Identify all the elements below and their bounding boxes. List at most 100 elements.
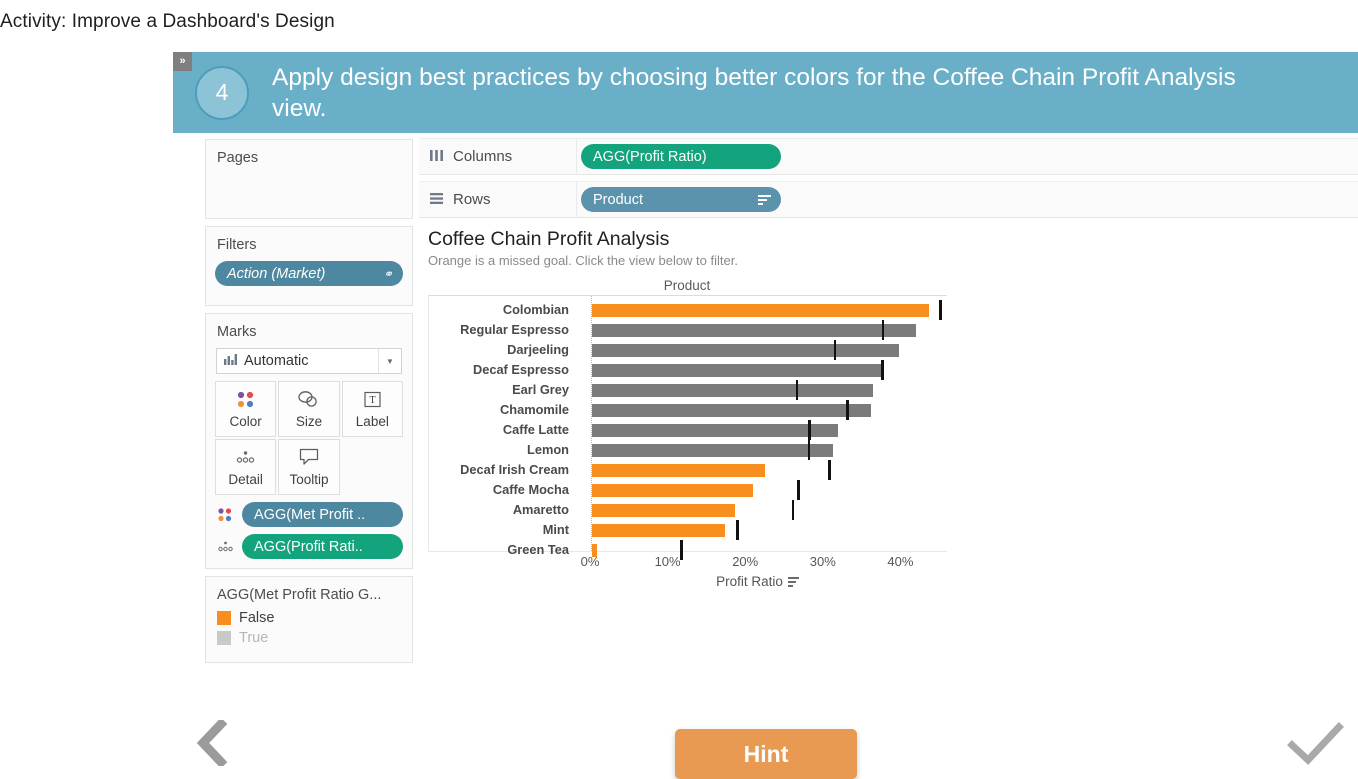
chart-reference-line bbox=[797, 480, 800, 500]
chart-bar[interactable] bbox=[592, 303, 929, 317]
legend-item-true[interactable]: True bbox=[215, 628, 403, 648]
x-axis-tick-label: 10% bbox=[654, 554, 681, 569]
chart-row-label[interactable]: Colombian bbox=[429, 302, 569, 317]
svg-text:T: T bbox=[369, 395, 375, 406]
hint-button-label: Hint bbox=[743, 740, 789, 767]
marks-pill-profit-ratio[interactable]: AGG(Profit Rati.. bbox=[242, 534, 403, 559]
marks-label-button[interactable]: T Label bbox=[341, 381, 403, 437]
banner-collapse-button[interactable]: » bbox=[173, 52, 192, 71]
rows-pill-product[interactable]: Product bbox=[581, 187, 781, 212]
chart-bar[interactable] bbox=[592, 503, 735, 517]
chart-reference-line bbox=[828, 460, 831, 480]
filter-pill-label: Action (Market) bbox=[227, 265, 326, 282]
rows-shelf-name: Rows bbox=[453, 191, 491, 208]
marks-pill-row-color: AGG(Met Profit .. bbox=[215, 502, 403, 527]
sort-descending-icon[interactable] bbox=[758, 194, 771, 205]
check-answer-button[interactable] bbox=[1274, 713, 1358, 779]
marks-tooltip-button[interactable]: Tooltip bbox=[278, 439, 340, 495]
x-axis-ticks: 0% 10% 20% 30% 40% bbox=[428, 552, 947, 570]
color-legend-card[interactable]: AGG(Met Profit Ratio G... False True bbox=[205, 576, 413, 663]
filters-card[interactable]: Filters Action (Market) ⚭ bbox=[205, 226, 413, 306]
columns-icon bbox=[430, 148, 443, 165]
rows-shelf-drop-area[interactable]: Product bbox=[577, 187, 781, 212]
chart-bar[interactable] bbox=[592, 323, 917, 337]
chart-row-label[interactable]: Caffe Latte bbox=[429, 422, 569, 437]
x-axis-title-label: Profit Ratio bbox=[716, 574, 783, 589]
color-dots-icon bbox=[215, 507, 235, 523]
marks-pill-met-profit-ratio[interactable]: AGG(Met Profit .. bbox=[242, 502, 403, 527]
chart-bar[interactable] bbox=[592, 403, 872, 417]
screen-root: Activity: Improve a Dashboard's Design »… bbox=[0, 0, 1358, 779]
columns-pill-profit-ratio[interactable]: AGG(Profit Ratio) bbox=[581, 144, 781, 169]
filter-pill-action-market[interactable]: Action (Market) ⚭ bbox=[215, 261, 403, 286]
viz-title: Coffee Chain Profit Analysis bbox=[428, 228, 670, 250]
plot-box[interactable]: Colombian Regular Espresso Darjeeling Decaf… bbox=[428, 295, 948, 560]
shelves-area: Columns AGG(Profit Ratio) Rows Product bbox=[419, 138, 1358, 224]
chevron-left-icon bbox=[195, 717, 229, 771]
mark-type-select[interactable]: Automatic ▼ bbox=[216, 348, 402, 374]
x-axis-title[interactable]: Profit Ratio bbox=[428, 574, 947, 589]
columns-shelf[interactable]: Columns AGG(Profit Ratio) bbox=[419, 138, 1358, 175]
chart-bar[interactable] bbox=[592, 343, 899, 357]
sort-descending-icon[interactable] bbox=[787, 576, 799, 587]
chart-bar[interactable] bbox=[592, 463, 766, 477]
left-cards-column: Pages Filters Action (Market) ⚭ Marks Au… bbox=[205, 139, 413, 670]
chart-row-label[interactable]: Chamomile bbox=[429, 402, 569, 417]
page-title: Activity: Improve a Dashboard's Design bbox=[0, 11, 335, 32]
chart-reference-line bbox=[881, 360, 884, 380]
chart-reference-line bbox=[939, 300, 942, 320]
chart-row-label[interactable]: Decaf Irish Cream bbox=[429, 462, 569, 477]
columns-pill-label: AGG(Profit Ratio) bbox=[593, 148, 707, 165]
legend-swatch bbox=[217, 631, 231, 645]
legend-item-label: True bbox=[239, 630, 269, 646]
chart-reference-line bbox=[846, 400, 849, 420]
chart-pane[interactable] bbox=[591, 296, 948, 560]
chart[interactable]: Product Colombian Regular Espresso Darjeel… bbox=[428, 278, 948, 589]
detail-dots-icon bbox=[235, 447, 256, 467]
chart-bar[interactable] bbox=[592, 483, 753, 497]
size-shapes-icon bbox=[298, 389, 319, 409]
chart-row-label[interactable]: Amaretto bbox=[429, 502, 569, 517]
chart-bar[interactable] bbox=[592, 523, 725, 537]
chart-bar[interactable] bbox=[592, 383, 873, 397]
chart-row-label[interactable]: Lemon bbox=[429, 442, 569, 457]
chart-row-label[interactable]: Earl Grey bbox=[429, 382, 569, 397]
marks-detail-button[interactable]: Detail bbox=[215, 439, 277, 495]
legend-item-false[interactable]: False bbox=[215, 608, 403, 628]
pages-card-title: Pages bbox=[217, 150, 259, 166]
chart-bar[interactable] bbox=[592, 443, 834, 457]
filter-link-icon[interactable]: ⚭ bbox=[383, 267, 393, 281]
chart-row-label[interactable]: Caffe Mocha bbox=[429, 482, 569, 497]
columns-shelf-drop-area[interactable]: AGG(Profit Ratio) bbox=[577, 144, 781, 169]
text-label-icon: T bbox=[364, 389, 381, 409]
marks-size-button[interactable]: Size bbox=[278, 381, 340, 437]
x-axis-tick-label: 30% bbox=[809, 554, 836, 569]
rows-shelf-label: Rows bbox=[419, 182, 577, 217]
hint-button[interactable]: Hint bbox=[675, 729, 857, 779]
tableau-workspace: Pages Filters Action (Market) ⚭ Marks Au… bbox=[0, 133, 1358, 779]
columns-shelf-name: Columns bbox=[453, 148, 513, 165]
x-axis-tick-label: 20% bbox=[732, 554, 759, 569]
visualization-pane: Coffee Chain Profit Analysis Orange is a… bbox=[428, 228, 1358, 589]
legend-title: AGG(Met Profit Ratio G... bbox=[217, 587, 382, 603]
chart-row-label[interactable]: Decaf Espresso bbox=[429, 362, 569, 377]
x-axis-tick-label: 0% bbox=[580, 554, 600, 569]
previous-step-button[interactable] bbox=[176, 712, 248, 779]
bar-chart-icon bbox=[224, 353, 237, 369]
chart-row-label[interactable]: Regular Espresso bbox=[429, 322, 569, 337]
color-dots-icon bbox=[236, 389, 255, 409]
marks-color-button[interactable]: Color bbox=[215, 381, 277, 437]
chart-bar[interactable] bbox=[592, 363, 884, 377]
chart-row-label[interactable]: Darjeeling bbox=[429, 342, 569, 357]
step-number-badge: 4 bbox=[195, 65, 249, 120]
chart-reference-line bbox=[792, 500, 795, 520]
marks-size-label: Size bbox=[295, 414, 323, 429]
chart-bar[interactable] bbox=[592, 423, 839, 437]
chart-row-label[interactable]: Mint bbox=[429, 522, 569, 537]
chevron-down-icon[interactable]: ▼ bbox=[378, 349, 401, 373]
pages-card[interactable]: Pages bbox=[205, 139, 413, 219]
viz-subtitle: Orange is a missed goal. Click the view … bbox=[428, 253, 738, 268]
marks-card[interactable]: Marks Automatic ▼ Color Size T Label Det… bbox=[205, 313, 413, 569]
rows-shelf[interactable]: Rows Product bbox=[419, 181, 1358, 218]
chart-reference-line bbox=[808, 420, 811, 440]
